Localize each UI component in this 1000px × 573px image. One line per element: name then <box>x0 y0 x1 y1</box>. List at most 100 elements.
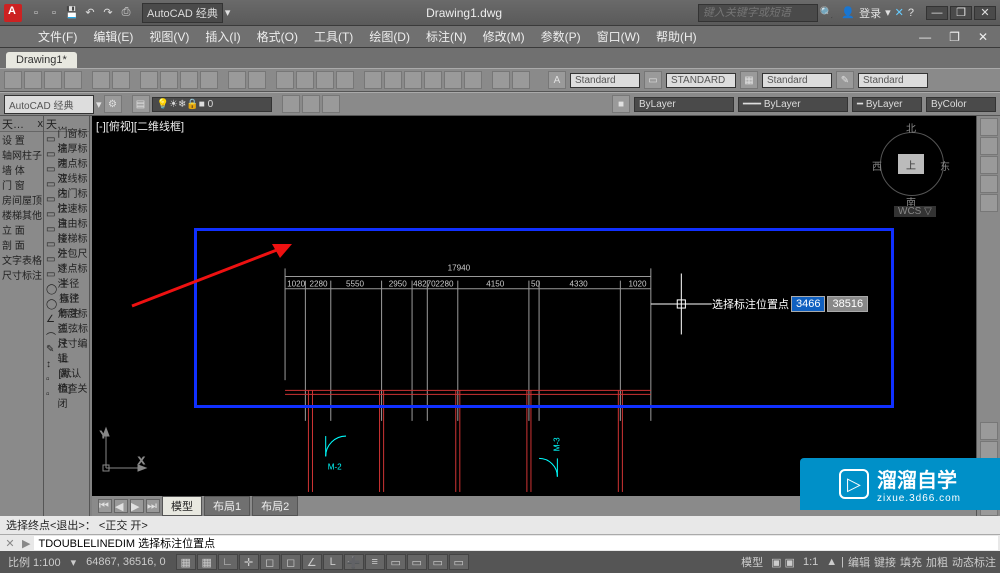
command-input[interactable] <box>34 536 998 550</box>
mlstyle-icon[interactable]: ✎ <box>836 71 854 89</box>
menu-help[interactable]: 帮助(H) <box>648 28 705 45</box>
lwt-toggle[interactable]: ≡ <box>365 554 385 570</box>
layer-match-icon[interactable] <box>322 95 340 113</box>
tb-undo-icon[interactable] <box>228 71 246 89</box>
tb-pan-icon[interactable] <box>276 71 294 89</box>
tb-cut-icon[interactable] <box>140 71 158 89</box>
tb-open-icon[interactable] <box>24 71 42 89</box>
tb-zoom-icon[interactable] <box>296 71 314 89</box>
menu-modify[interactable]: 修改(M) <box>475 28 533 45</box>
panel1-item[interactable]: 轴网柱子 <box>0 147 43 162</box>
panel1-item[interactable]: 楼梯其他 <box>0 207 43 222</box>
drawing-canvas[interactable]: [-][俯视][二维线框] <box>92 116 976 496</box>
tpy-toggle[interactable]: ▭ <box>386 554 406 570</box>
dyninput-y[interactable]: 38516 <box>827 296 868 312</box>
tb-ssmgr-icon[interactable] <box>424 71 442 89</box>
tb-zoomwin-icon[interactable] <box>316 71 334 89</box>
status-tool-edit[interactable]: 编辑 <box>848 554 870 570</box>
layer-prev-icon[interactable] <box>302 95 320 113</box>
am-toggle[interactable]: ▭ <box>449 554 469 570</box>
tb-saveas-icon[interactable] <box>64 71 82 89</box>
panel1-item[interactable]: 文字表格 <box>0 252 43 267</box>
qat-new-icon[interactable]: ▫ <box>28 5 44 21</box>
osnap-toggle[interactable]: ◻ <box>260 554 280 570</box>
layer-iso-icon[interactable] <box>282 95 300 113</box>
tb-markup-icon[interactable] <box>444 71 462 89</box>
tab-layout1[interactable]: 布局1 <box>204 496 250 516</box>
tb-plot-icon[interactable] <box>92 71 110 89</box>
view-cube[interactable]: 北 南 西 东 上 WCS ▽ <box>876 122 948 212</box>
panel1-item[interactable]: 剖 面 <box>0 237 43 252</box>
maximize-button[interactable]: ❐ <box>950 6 972 20</box>
panel1-item[interactable]: 设 置 <box>0 132 43 147</box>
tb-props-icon[interactable] <box>364 71 382 89</box>
login-button[interactable]: 登录 <box>859 5 881 21</box>
navbar-zoom-icon[interactable] <box>980 156 998 174</box>
tb-copy-icon[interactable] <box>160 71 178 89</box>
ws-gear-icon[interactable]: ⚙ <box>104 95 122 113</box>
status-annoscale[interactable]: 1:1 <box>799 556 822 568</box>
navbar-pan-icon[interactable] <box>980 137 998 155</box>
panel1-item[interactable]: 尺寸标注 <box>0 267 43 282</box>
doc-close-icon[interactable]: ✕ <box>970 30 996 44</box>
tb-dc-icon[interactable] <box>384 71 402 89</box>
textstyle-combo[interactable]: Standard <box>570 73 640 88</box>
navbar-showmotion-icon[interactable] <box>980 194 998 212</box>
tab-layout2[interactable]: 布局2 <box>252 496 298 516</box>
tb-paste-icon[interactable] <box>180 71 198 89</box>
workspace-combo[interactable]: AutoCAD 经典 <box>4 95 94 114</box>
doc-minimize-icon[interactable]: — <box>911 30 939 44</box>
app-logo[interactable] <box>4 4 22 22</box>
search-icon[interactable]: 🔍 <box>820 6 834 19</box>
navbar-extra1-icon[interactable] <box>980 422 998 440</box>
menu-tools[interactable]: 工具(T) <box>306 28 361 45</box>
exchange-icon[interactable]: ✕ <box>895 6 904 19</box>
tb-redo-icon[interactable] <box>248 71 266 89</box>
textstyle-icon[interactable]: A <box>548 71 566 89</box>
status-tool-bold[interactable]: 加粗 <box>926 554 948 570</box>
plotstyle-combo[interactable]: ByColor <box>926 97 996 112</box>
menu-draw[interactable]: 绘图(D) <box>361 28 418 45</box>
menu-dimension[interactable]: 标注(N) <box>418 28 475 45</box>
panel2-item[interactable]: ▫检查关闭 <box>44 387 89 402</box>
status-annovis-icon[interactable]: ▲ <box>826 556 837 568</box>
qp-toggle[interactable]: ▭ <box>407 554 427 570</box>
color-icon[interactable]: ■ <box>612 95 630 113</box>
tab-nav-last-icon[interactable]: ⏭ <box>146 499 160 513</box>
sc-toggle[interactable]: ▭ <box>428 554 448 570</box>
menu-window[interactable]: 窗口(W) <box>589 28 648 45</box>
snap-toggle[interactable]: ▦ <box>176 554 196 570</box>
polar-toggle[interactable]: ✛ <box>239 554 259 570</box>
qat-redo-icon[interactable]: ↷ <box>100 5 116 21</box>
menu-format[interactable]: 格式(O) <box>249 28 306 45</box>
otrack-toggle[interactable]: ∠ <box>302 554 322 570</box>
navbar-orbit-icon[interactable] <box>980 175 998 193</box>
tb-extra1-icon[interactable] <box>492 71 510 89</box>
workspace-selector[interactable]: AutoCAD 经典 <box>142 3 223 23</box>
panel1-item[interactable]: 墙 体 <box>0 162 43 177</box>
qat-open-icon[interactable]: ▫ <box>46 5 62 21</box>
status-scale[interactable]: 比例 1:100 <box>4 554 65 570</box>
help-search-input[interactable] <box>698 4 818 22</box>
tb-zoomprev-icon[interactable] <box>336 71 354 89</box>
menu-file[interactable]: 文件(F) <box>30 28 85 45</box>
ortho-toggle[interactable]: ∟ <box>218 554 238 570</box>
tab-nav-next-icon[interactable]: ▶ <box>130 499 144 513</box>
linetype-combo[interactable]: ━━━ ByLayer <box>738 97 848 112</box>
tablestyle-combo[interactable]: Standard <box>762 73 832 88</box>
3dosnap-toggle[interactable]: ◻ <box>281 554 301 570</box>
navbar-extra2-icon[interactable] <box>980 441 998 459</box>
status-tool-dyndim[interactable]: 动态标注 <box>952 554 996 570</box>
tablestyle-icon[interactable]: ▦ <box>740 71 758 89</box>
mlstyle-combo[interactable]: Standard <box>858 73 928 88</box>
status-tool-hatch[interactable]: 填充 <box>900 554 922 570</box>
status-tool-link[interactable]: 键接 <box>874 554 896 570</box>
tb-tp-icon[interactable] <box>404 71 422 89</box>
status-space[interactable]: 模型 <box>737 554 767 570</box>
qat-save-icon[interactable]: 💾 <box>64 5 80 21</box>
color-combo[interactable]: ByLayer <box>634 97 734 112</box>
menu-edit[interactable]: 编辑(E) <box>85 28 141 45</box>
grid-toggle[interactable]: ▦ <box>197 554 217 570</box>
dimstyle-combo[interactable]: STANDARD <box>666 73 736 88</box>
panel1-close-icon[interactable]: x <box>38 118 44 130</box>
